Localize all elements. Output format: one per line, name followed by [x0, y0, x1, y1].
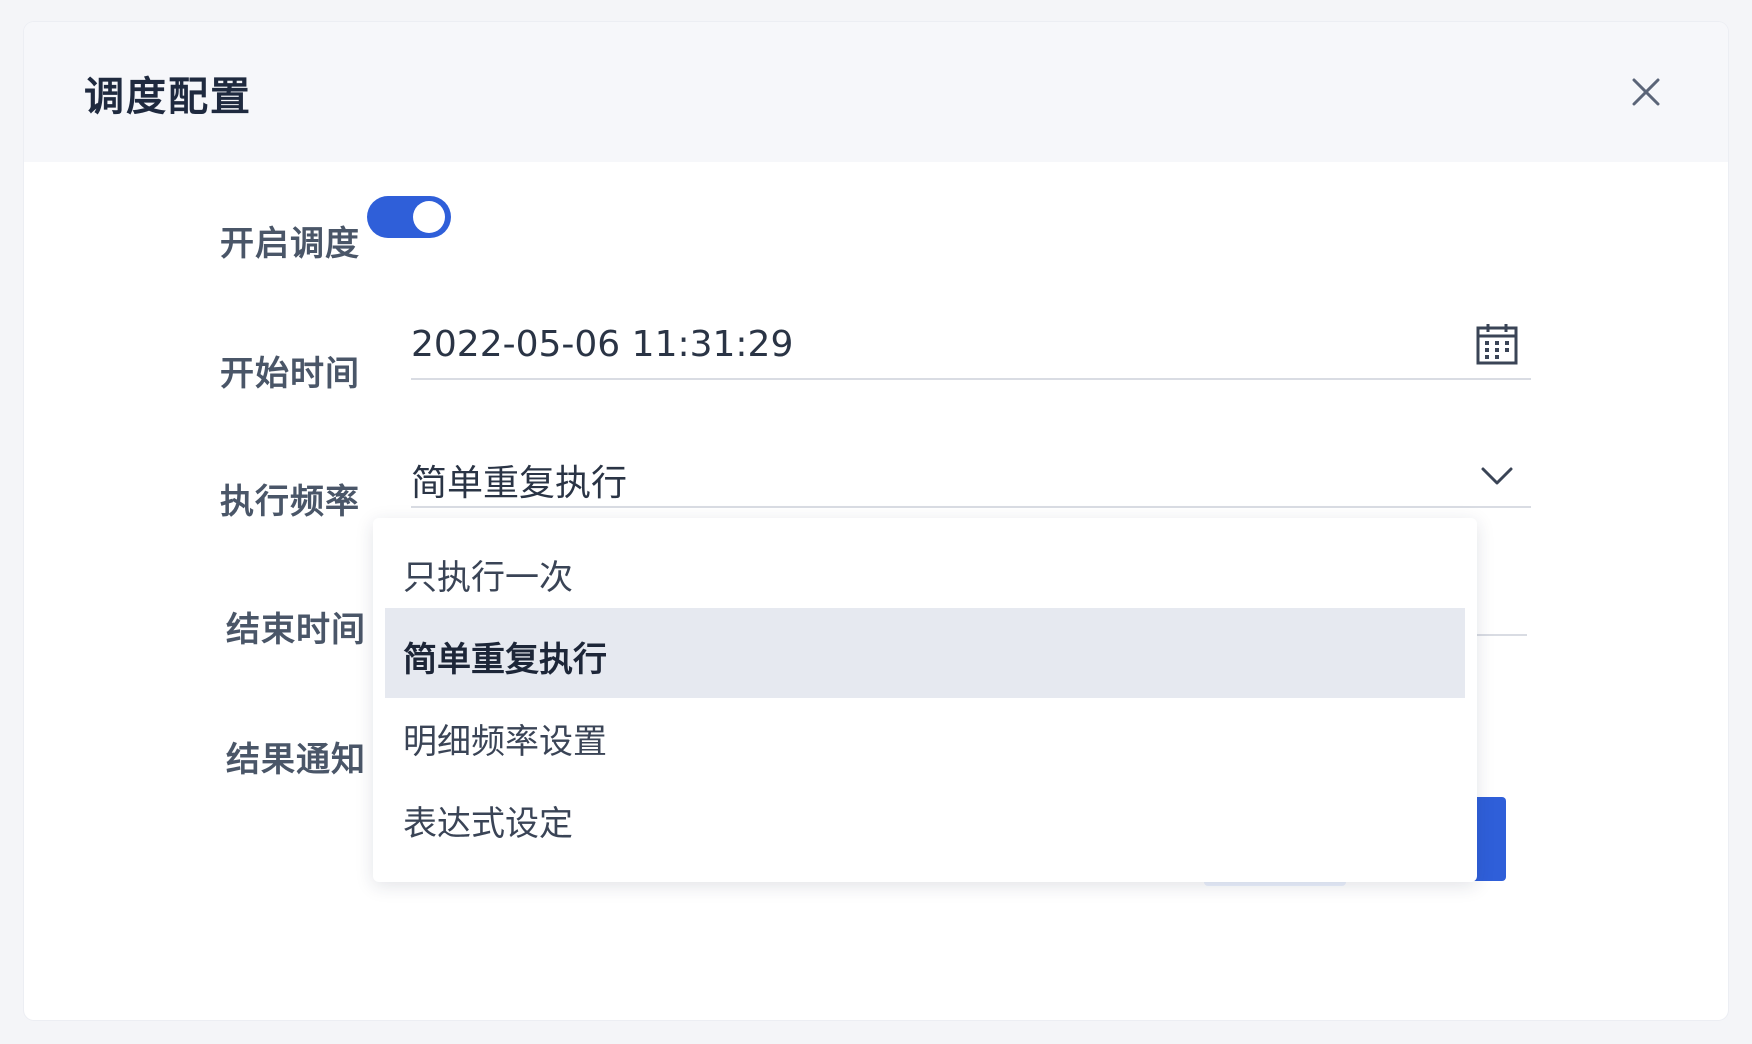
dropdown-option-once[interactable]: 只执行一次 — [385, 526, 1465, 616]
option-label: 明细频率设置 — [403, 722, 607, 762]
schedule-config-dialog: 调度配置 开启调度 开始时间 2022-05-06 11:31:29 执行频率 … — [24, 22, 1728, 1020]
option-label: 表达式设定 — [403, 804, 573, 844]
result-notify-label: 结果通知 — [226, 740, 366, 780]
close-button[interactable] — [1624, 70, 1668, 114]
dialog-header: 调度配置 — [24, 22, 1728, 162]
option-label: 简单重复执行 — [403, 640, 607, 680]
frequency-dropdown-menu: 只执行一次 简单重复执行 明细频率设置 表达式设定 — [373, 518, 1477, 882]
start-time-value: 2022-05-06 11:31:29 — [411, 324, 794, 365]
dropdown-option-detailed-frequency[interactable]: 明细频率设置 — [385, 690, 1465, 780]
chevron-down-icon — [1481, 467, 1513, 485]
calendar-button[interactable] — [1475, 322, 1519, 366]
enable-schedule-label: 开启调度 — [220, 224, 360, 264]
end-time-label: 结束时间 — [226, 610, 366, 650]
dropdown-option-expression[interactable]: 表达式设定 — [385, 772, 1465, 862]
frequency-value: 简单重复执行 — [411, 463, 628, 504]
chevron-down-button[interactable] — [1475, 454, 1519, 498]
dropdown-option-simple-repeat[interactable]: 简单重复执行 — [385, 608, 1465, 698]
calendar-icon — [1476, 324, 1518, 365]
toggle-knob — [413, 201, 445, 233]
enable-schedule-toggle[interactable] — [367, 196, 451, 238]
frequency-select[interactable]: 简单重复执行 — [411, 432, 1531, 508]
option-label: 只执行一次 — [403, 558, 573, 598]
start-time-field[interactable]: 2022-05-06 11:31:29 — [411, 304, 1531, 380]
dialog-title: 调度配置 — [84, 74, 252, 120]
start-time-label: 开始时间 — [220, 354, 360, 394]
close-icon — [1632, 78, 1660, 106]
frequency-label: 执行频率 — [220, 482, 360, 522]
